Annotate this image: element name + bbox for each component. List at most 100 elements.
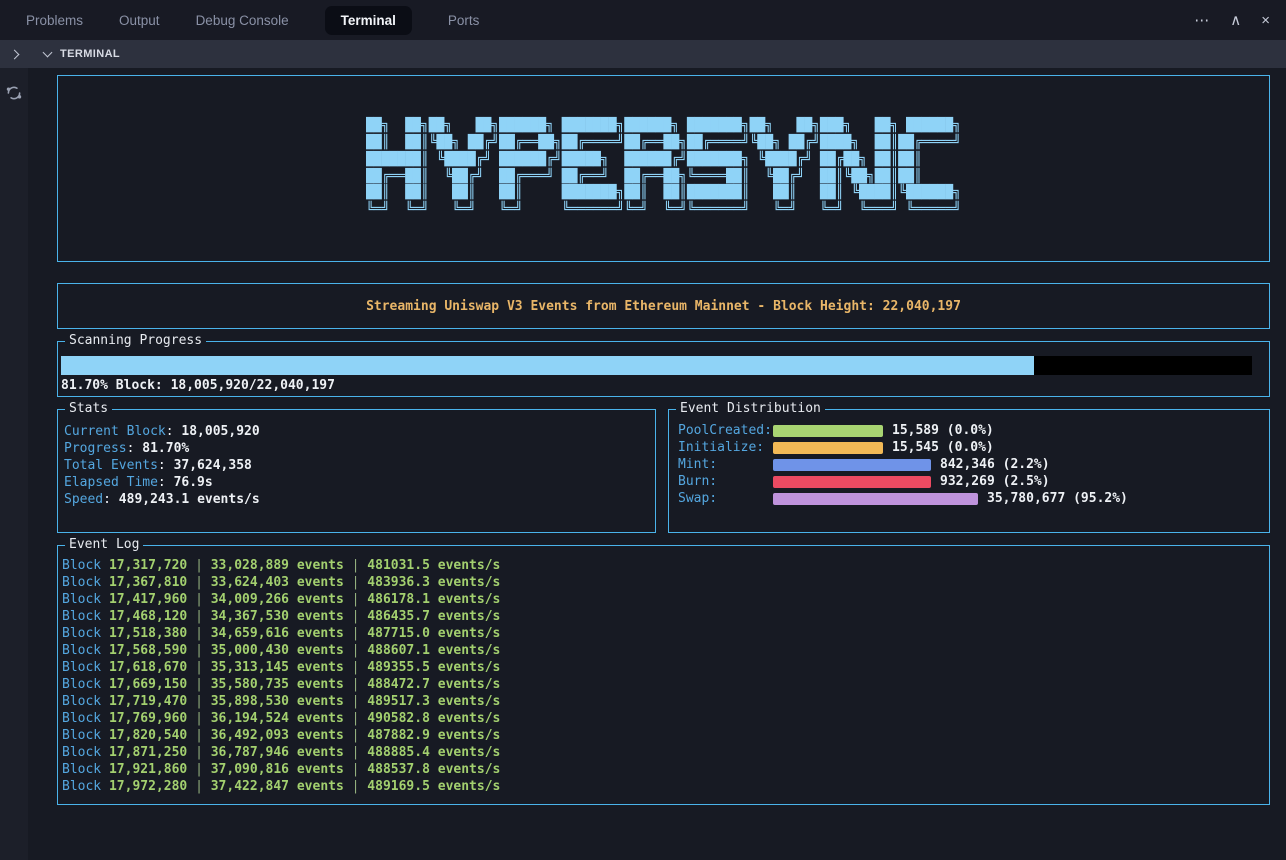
terminal-output[interactable]: ██╗ ██╗██╗ ██╗██████╗ ███████╗██████╗ ██… (28, 68, 1286, 860)
log-rate: 481031.5 (367, 558, 430, 573)
log-block-label: Block (62, 762, 101, 777)
log-rate: 483936.3 (367, 575, 430, 590)
close-panel-icon[interactable]: × (1261, 13, 1270, 28)
distribution-value: 15,545 (0.0%) (892, 440, 994, 455)
log-row: Block 17,972,280 | 37,422,847 events | 4… (62, 778, 1269, 795)
log-block-label: Block (62, 711, 101, 726)
log-rate-suffix: events/s (438, 728, 501, 743)
log-rate: 489169.5 (367, 779, 430, 794)
log-block-number: 17,468,120 (109, 609, 187, 624)
tab-ports[interactable]: Ports (448, 13, 480, 28)
log-events-suffix: events (297, 592, 344, 607)
stat-label: Current Block (64, 424, 166, 439)
log-separator: | (195, 609, 203, 624)
log-events-suffix: events (297, 643, 344, 658)
tab-debug-console[interactable]: Debug Console (196, 13, 289, 28)
log-row: Block 17,669,150 | 35,580,735 events | 4… (62, 676, 1269, 693)
log-separator: | (195, 779, 203, 794)
stat-line: Total Events: 37,624,358 (64, 457, 655, 474)
log-block-label: Block (62, 677, 101, 692)
tab-problems[interactable]: Problems (26, 13, 83, 28)
stat-line: Elapsed Time: 76.9s (64, 474, 655, 491)
log-events-count: 33,028,889 (211, 558, 289, 573)
log-separator: | (195, 643, 203, 658)
scanning-progress-title: Scanning Progress (65, 333, 206, 349)
log-block-number: 17,972,280 (109, 779, 187, 794)
log-rate-suffix: events/s (438, 677, 501, 692)
log-separator: | (195, 711, 203, 726)
log-events-suffix: events (297, 660, 344, 675)
log-separator: | (195, 660, 203, 675)
terminal-left-rail (0, 68, 28, 860)
log-separator: | (352, 779, 360, 794)
log-separator: | (352, 558, 360, 573)
log-rate-suffix: events/s (438, 660, 501, 675)
log-events-count: 35,898,530 (211, 694, 289, 709)
distribution-label: Swap: (678, 491, 773, 506)
distribution-row: Swap: 35,780,677 (95.2%) (678, 490, 1269, 507)
collapse-terminal-icon[interactable] (43, 48, 53, 58)
stat-value: 37,624,358 (174, 458, 252, 473)
progress-label: 81.70% Block: 18,005,920/22,040,197 (61, 378, 1269, 393)
more-actions-icon[interactable]: ⋯ (1194, 13, 1210, 28)
distribution-row: PoolCreated:15,589 (0.0%) (678, 422, 1269, 439)
log-block-label: Block (62, 626, 101, 641)
log-events-count: 37,422,847 (211, 779, 289, 794)
log-separator: | (195, 728, 203, 743)
log-block-number: 17,417,960 (109, 592, 187, 607)
stat-value: 76.9s (174, 475, 213, 490)
log-block-label: Block (62, 779, 101, 794)
log-rate-suffix: events/s (438, 694, 501, 709)
event-log-box: Event Log Block 17,317,720 | 33,028,889 … (57, 545, 1270, 805)
hypersync-ascii-art: ██╗ ██╗██╗ ██╗██████╗ ███████╗██████╗ ██… (366, 118, 961, 219)
distribution-bar (773, 459, 931, 471)
event-distribution-title: Event Distribution (676, 401, 825, 417)
log-row: Block 17,468,120 | 34,367,530 events | 4… (62, 608, 1269, 625)
stats-box: Stats Current Block: 18,005,920 Progress… (57, 409, 656, 533)
log-rate: 489355.5 (367, 660, 430, 675)
distribution-bar (773, 493, 978, 505)
log-separator: | (352, 677, 360, 692)
log-events-count: 36,787,946 (211, 745, 289, 760)
log-events-suffix: events (297, 626, 344, 641)
vscode-bottom-panel: Problems Output Debug Console Terminal P… (0, 0, 1286, 860)
stat-value: 81.70% (142, 441, 189, 456)
distribution-bar (773, 476, 931, 488)
tab-terminal[interactable]: Terminal (325, 6, 412, 35)
log-rate-suffix: events/s (438, 575, 501, 590)
log-separator: | (352, 745, 360, 760)
sync-icon[interactable] (5, 84, 23, 102)
expand-sidebar-icon[interactable] (10, 49, 20, 59)
event-distribution-box: Event Distribution PoolCreated:15,589 (0… (668, 409, 1270, 533)
log-separator: | (352, 660, 360, 675)
log-block-label: Block (62, 660, 101, 675)
log-rate-suffix: events/s (438, 592, 501, 607)
log-events-count: 34,659,616 (211, 626, 289, 641)
log-events-suffix: events (297, 779, 344, 794)
log-rate-suffix: events/s (438, 558, 501, 573)
tab-output[interactable]: Output (119, 13, 160, 28)
log-rate: 486435.7 (367, 609, 430, 624)
distribution-label: Mint: (678, 457, 773, 472)
log-row: Block 17,417,960 | 34,009,266 events | 4… (62, 591, 1269, 608)
log-separator: | (195, 677, 203, 692)
log-separator: | (352, 694, 360, 709)
log-separator: | (352, 711, 360, 726)
log-events-count: 34,367,530 (211, 609, 289, 624)
log-block-number: 17,820,540 (109, 728, 187, 743)
distribution-label: Initialize: (678, 440, 773, 455)
stat-line: Speed: 489,243.1 events/s (64, 491, 655, 508)
distribution-bar (773, 442, 883, 454)
distribution-bar (773, 425, 883, 437)
log-rate: 487882.9 (367, 728, 430, 743)
log-events-count: 37,090,816 (211, 762, 289, 777)
stats-distribution-row: Stats Current Block: 18,005,920 Progress… (57, 409, 1270, 545)
distribution-value: 35,780,677 (95.2%) (987, 491, 1128, 506)
log-block-number: 17,317,720 (109, 558, 187, 573)
stat-line: Current Block: 18,005,920 (64, 423, 655, 440)
log-block-number: 17,719,470 (109, 694, 187, 709)
log-events-suffix: events (297, 694, 344, 709)
maximize-panel-icon[interactable]: ∧ (1230, 13, 1241, 28)
panel-actions: ⋯ ∧ × (1194, 13, 1270, 28)
log-separator: | (352, 762, 360, 777)
